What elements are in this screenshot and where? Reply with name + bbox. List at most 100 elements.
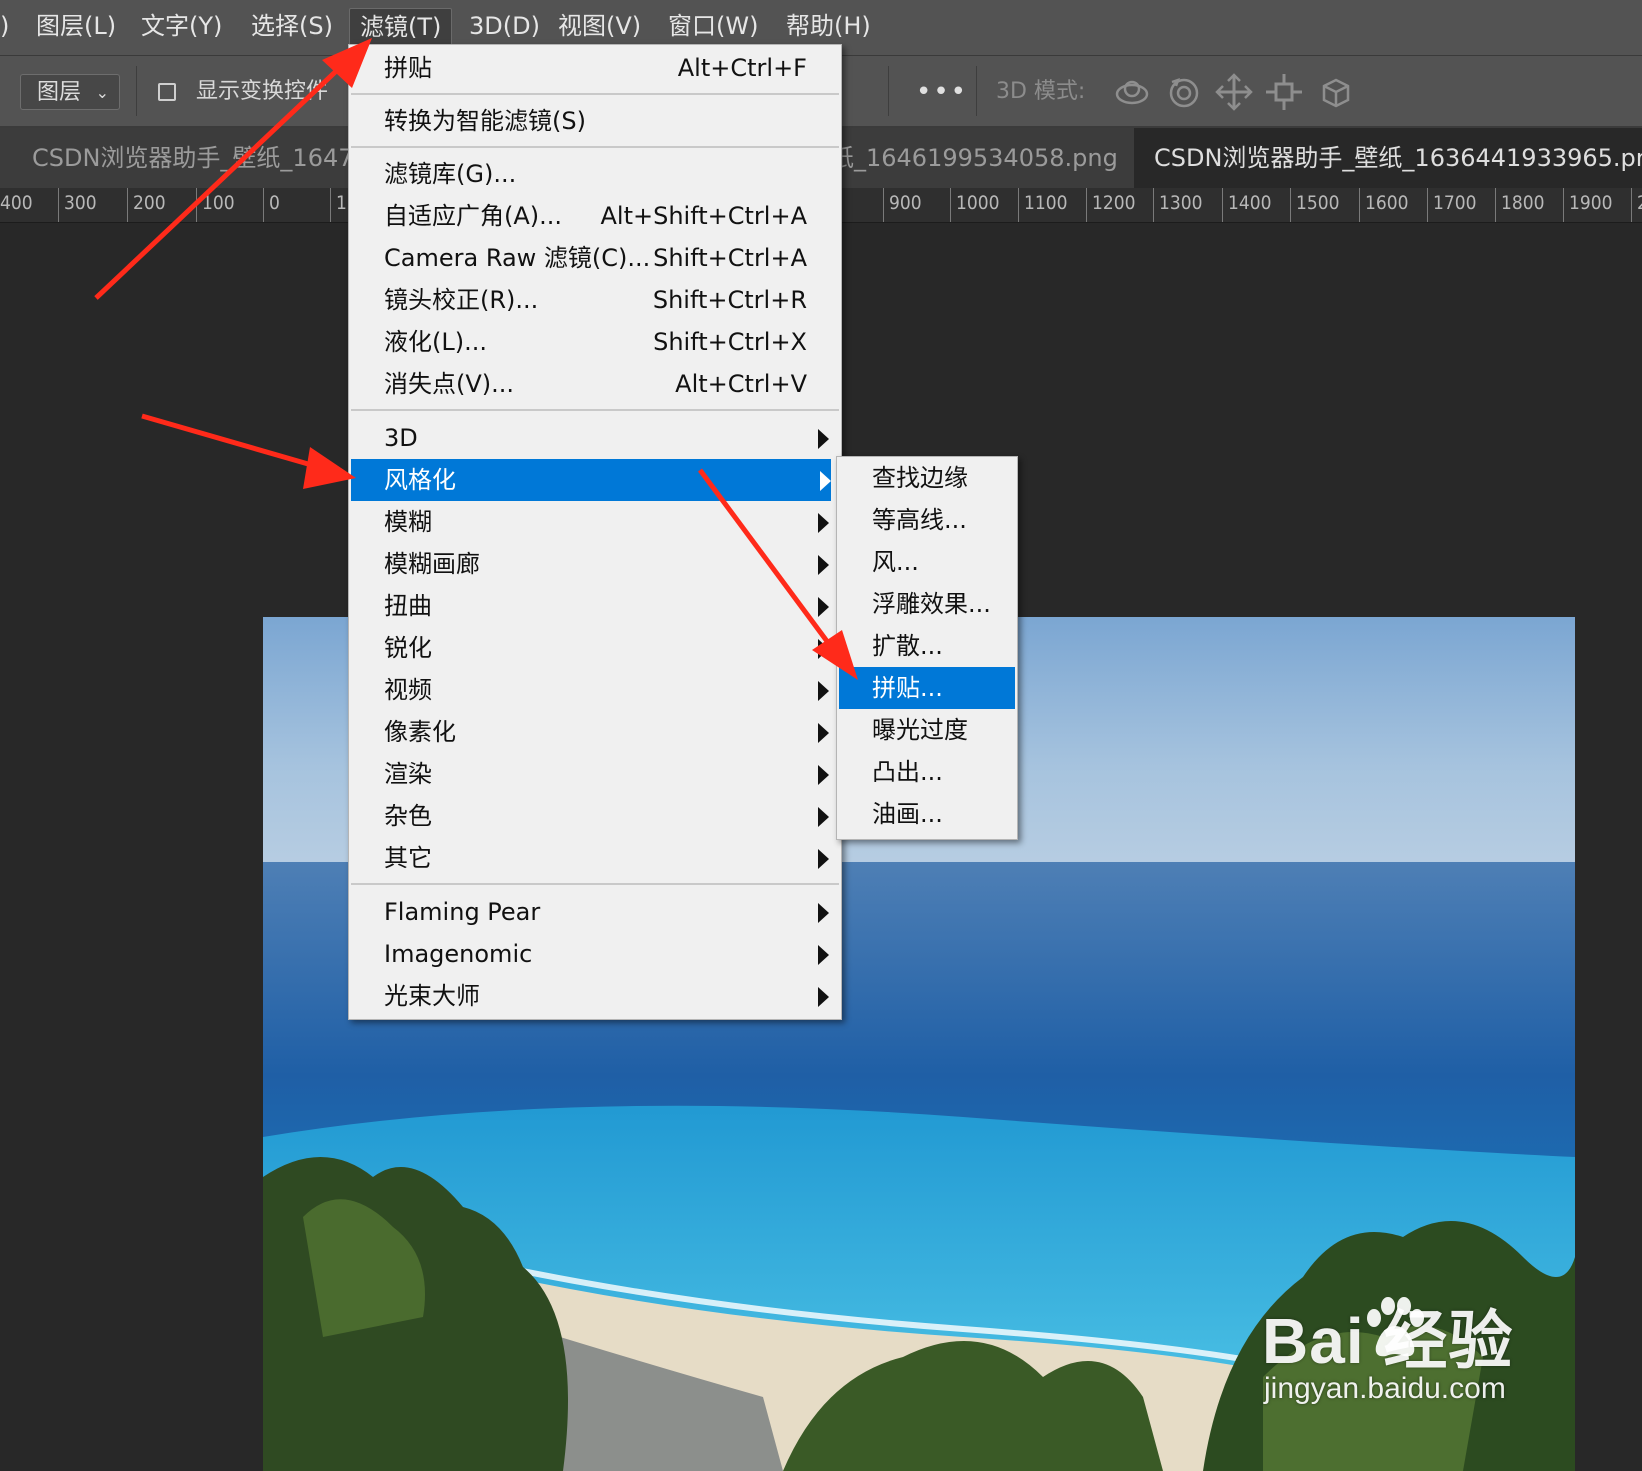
ruler-label: 400 — [0, 188, 33, 222]
menu-item-trace-contour[interactable]: 等高线... — [837, 499, 1017, 541]
menu-item-label: 渲染 — [384, 760, 432, 788]
menu-item-label: 自适应广角(A)... — [384, 202, 563, 230]
submenu-arrow-icon — [818, 681, 829, 701]
menu-item-help[interactable]: 帮助(H) — [776, 8, 881, 44]
menu-item-type[interactable]: 文字(Y) — [131, 8, 232, 44]
submenu-arrow-icon — [818, 555, 829, 575]
auto-select-dropdown[interactable]: 图层 ⌄ — [20, 74, 120, 110]
menu-item-label: 其它 — [384, 844, 432, 872]
submenu-arrow-icon — [818, 987, 829, 1007]
menu-item-view[interactable]: 视图(V) — [548, 8, 651, 44]
ruler-label: 200 — [127, 188, 166, 222]
menu-item-oil-paint[interactable]: 油画... — [837, 793, 1017, 835]
menu-item-tiles[interactable]: 拼贴... — [839, 667, 1015, 709]
menu-item-shortcut: Alt+Shift+Ctrl+A — [600, 202, 808, 230]
menu-item-3d[interactable]: 3D(D) — [459, 8, 550, 44]
submenu-arrow-icon — [818, 765, 829, 785]
menu-item-shortcut: Shift+Ctrl+X — [653, 328, 807, 356]
more-options-button[interactable]: ••• — [916, 74, 968, 110]
menu-item-label: 风... — [872, 548, 919, 576]
menu-item-window[interactable]: 窗口(W) — [658, 8, 768, 44]
submenu-arrow-icon — [818, 807, 829, 827]
menu-item-select[interactable]: 选择(S) — [241, 8, 343, 44]
menu-item-layer[interactable]: 图层(L) — [26, 8, 126, 44]
menu-item-label: 模糊画廊 — [384, 550, 480, 578]
menu-item-sharpen[interactable]: 锐化 — [349, 627, 841, 669]
menu-item-lens-correction[interactable]: 镜头校正(R)... Shift+Ctrl+R — [349, 279, 841, 321]
menu-item-noise[interactable]: 杂色 — [349, 795, 841, 837]
menu-item-distort[interactable]: 扭曲 — [349, 585, 841, 627]
tab-document-2[interactable]: 纸_1646199534058.png× — [830, 128, 1130, 188]
submenu-arrow-icon — [818, 513, 829, 533]
show-transform-label: 显示变换控件 — [196, 79, 329, 104]
submenu-arrow-icon — [818, 723, 829, 743]
menu-item-label: 像素化 — [384, 718, 456, 746]
menu-item-emboss[interactable]: 浮雕效果... — [837, 583, 1017, 625]
orbit-3d-icon[interactable] — [1112, 72, 1152, 112]
menu-item-last-filter[interactable]: 拼贴 Alt+Ctrl+F — [349, 47, 841, 89]
menu-item-pixelate[interactable]: 像素化 — [349, 711, 841, 753]
menu-item-label: 转换为智能滤镜(S) — [384, 107, 586, 135]
menu-item-label: 扭曲 — [384, 592, 432, 620]
ruler-label: 0 — [263, 188, 280, 222]
tab-label: 纸_1646199534058.png — [830, 144, 1118, 172]
ruler-label: 1200 — [1086, 188, 1136, 222]
menu-item-solarize[interactable]: 曝光过度 — [837, 709, 1017, 751]
menu-item-other[interactable]: 其它 — [349, 837, 841, 879]
submenu-arrow-icon — [818, 849, 829, 869]
menu-item-label: 视频 — [384, 676, 432, 704]
menu-item-label: 油画... — [872, 800, 943, 828]
auto-select-value: 图层 — [37, 80, 82, 105]
scale-3d-icon[interactable] — [1316, 72, 1356, 112]
pan-3d-icon[interactable] — [1214, 72, 1254, 112]
submenu-arrow-icon — [818, 429, 829, 449]
menu-item-label: 锐化 — [384, 634, 432, 662]
menu-item-beam-master[interactable]: 光束大师 — [349, 975, 841, 1017]
menu-item-render[interactable]: 渲染 — [349, 753, 841, 795]
menu-item-label: 拼贴... — [872, 674, 943, 702]
menu-item-find-edges[interactable]: 查找边缘 — [837, 457, 1017, 499]
menu-item-extrude[interactable]: 凸出... — [837, 751, 1017, 793]
menu-item-label: Flaming Pear — [384, 898, 541, 926]
ruler-label: 1100 — [1018, 188, 1068, 222]
menu-item-partial[interactable]: ) — [0, 8, 19, 44]
submenu-arrow-icon — [818, 945, 829, 965]
ruler-label: 100 — [196, 188, 235, 222]
menu-item-label: 镜头校正(R)... — [384, 286, 539, 314]
ruler-label: 2 — [1631, 188, 1642, 222]
ruler-label: 1800 — [1495, 188, 1545, 222]
ruler-label: 1600 — [1359, 188, 1409, 222]
menu-item-adaptive-wide-angle[interactable]: 自适应广角(A)... Alt+Shift+Ctrl+A — [349, 195, 841, 237]
menu-item-video[interactable]: 视频 — [349, 669, 841, 711]
menu-item-blur-gallery[interactable]: 模糊画廊 — [349, 543, 841, 585]
menu-item-vanishing-point[interactable]: 消失点(V)... Alt+Ctrl+V — [349, 363, 841, 405]
menu-item-label: 曝光过度 — [872, 716, 968, 744]
ruler-label: 1500 — [1290, 188, 1340, 222]
menu-item-imagenomic[interactable]: Imagenomic — [349, 933, 841, 975]
ruler-label: 1700 — [1427, 188, 1477, 222]
menu-item-3d[interactable]: 3D — [349, 417, 841, 459]
submenu-arrow-icon — [818, 597, 829, 617]
show-transform-checkbox[interactable] — [158, 83, 176, 101]
menu-item-camera-raw[interactable]: Camera Raw 滤镜(C)... Shift+Ctrl+A — [349, 237, 841, 279]
menu-item-label: 凸出... — [872, 758, 943, 786]
menu-item-blur[interactable]: 模糊 — [349, 501, 841, 543]
menu-item-liquify[interactable]: 液化(L)... Shift+Ctrl+X — [349, 321, 841, 363]
menu-item-label: Camera Raw 滤镜(C)... — [384, 244, 651, 272]
menu-item-flaming-pear[interactable]: Flaming Pear — [349, 891, 841, 933]
menu-item-diffuse[interactable]: 扩散... — [837, 625, 1017, 667]
divider — [136, 66, 137, 116]
menu-item-stylize[interactable]: 风格化 — [351, 459, 831, 501]
tab-document-1[interactable]: CSDN浏览器助手_壁纸_1647 — [12, 128, 352, 188]
menu-item-filter-gallery[interactable]: 滤镜库(G)... — [349, 153, 841, 195]
menu-item-filter[interactable]: 滤镜(T) — [349, 8, 453, 46]
menu-item-label: 扩散... — [872, 632, 943, 660]
menu-item-convert-smart-filter[interactable]: 转换为智能滤镜(S) — [349, 100, 841, 142]
slide-3d-icon[interactable] — [1264, 72, 1304, 112]
roll-3d-icon[interactable] — [1164, 72, 1204, 112]
menu-item-wind[interactable]: 风... — [837, 541, 1017, 583]
ruler-label: 1900 — [1563, 188, 1613, 222]
tab-document-active[interactable]: CSDN浏览器助手_壁纸_1636441933965.png — [1134, 128, 1642, 188]
menu-divider — [351, 146, 839, 148]
menu-item-shortcut: Shift+Ctrl+R — [652, 286, 807, 314]
